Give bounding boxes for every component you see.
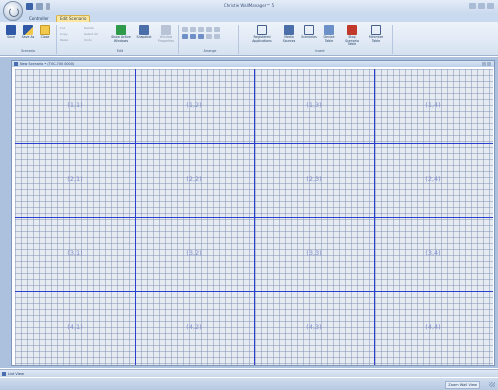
zoom-wall-view-button[interactable]: Zoom Wall View	[445, 381, 480, 389]
scenario-window-title: New Scenario • (TVC-700 0000)	[20, 62, 75, 66]
tab-edit-scenario[interactable]: Edit Scenario	[56, 15, 91, 22]
folder-close-icon	[40, 25, 50, 35]
snapshot-icon	[139, 25, 149, 35]
group-label-edit: Edit	[116, 49, 124, 53]
application-menu-button[interactable]	[3, 1, 23, 21]
display-wall-grid[interactable]: (1,1) (1,2) (1,3) (1,4) (2,1) (2,2) (2,3) (2,4)…	[15, 69, 493, 365]
row-divider	[15, 291, 493, 292]
window-controls	[469, 3, 494, 9]
group-label-scenario: Scenario	[21, 49, 35, 53]
show-active-windows-button[interactable]: Show Active Windows	[110, 25, 132, 43]
row-divider	[15, 217, 493, 218]
save-as-icon	[23, 25, 33, 35]
scenario-icon	[14, 62, 18, 66]
save-icon	[6, 25, 16, 35]
display-cell-label: (1,3)	[306, 101, 322, 109]
status-bar: Zoom Wall View	[0, 378, 498, 390]
scenario-window-controls	[482, 62, 491, 66]
paste-button[interactable]: Paste	[60, 37, 82, 43]
arrange-tools	[182, 27, 220, 39]
window-title: Christie WallManager™ 5	[223, 3, 275, 8]
tile-icon[interactable]	[182, 34, 188, 39]
display-cell-label: (4,2)	[186, 323, 202, 331]
send-back-icon[interactable]	[214, 34, 220, 39]
resize-grip-icon[interactable]	[489, 382, 495, 387]
snapshot-button[interactable]: Snapshot	[135, 25, 153, 40]
cascade-icon[interactable]	[190, 34, 196, 39]
align-left-icon[interactable]	[182, 27, 188, 32]
scenarios-icon	[304, 25, 314, 35]
scenarios-button[interactable]: Scenarios	[300, 25, 318, 40]
window-properties-button[interactable]: Window Properties	[156, 25, 176, 43]
display-cell-label: (4,3)	[306, 323, 322, 331]
undo-button[interactable]: Undo	[84, 37, 106, 43]
group-separator	[238, 25, 239, 54]
restore-icon[interactable]	[482, 62, 486, 66]
title-bar: Christie WallManager™ 5	[0, 0, 498, 21]
close-icon[interactable]	[487, 3, 494, 9]
list-view-bar[interactable]: List View	[0, 369, 498, 377]
close-button[interactable]: Close	[36, 25, 54, 40]
minimize-table-icon	[371, 25, 381, 35]
display-cell-label: (2,1)	[67, 175, 83, 183]
scenario-window-title-bar[interactable]: New Scenario • (TVC-700 0000)	[12, 61, 494, 67]
media-sources-button[interactable]: Media Sources	[280, 25, 298, 43]
registered-applications-button[interactable]: Registered Applications	[250, 25, 274, 43]
save-as-button[interactable]: Save As	[19, 25, 37, 40]
list-view-icon	[2, 372, 6, 376]
display-cell-label: (4,4)	[425, 323, 441, 331]
display-cell-label: (3,2)	[186, 249, 202, 257]
display-cell-label: (2,3)	[306, 175, 322, 183]
align-center-icon[interactable]	[190, 27, 196, 32]
scenario-window[interactable]: New Scenario • (TVC-700 0000) (1,1) (1,2)…	[11, 60, 495, 366]
group-separator	[178, 25, 179, 54]
minimize-icon[interactable]	[469, 3, 476, 9]
display-cell-label: (3,4)	[425, 249, 441, 257]
align-top-icon[interactable]	[206, 27, 212, 32]
list-view-label: List View	[8, 372, 24, 376]
display-cell-label: (3,3)	[306, 249, 322, 257]
edit-small-column-1: Cut Copy Paste	[60, 25, 82, 43]
windows-icon	[116, 25, 126, 35]
registered-apps-icon	[257, 25, 267, 35]
maximize-icon[interactable]	[478, 3, 485, 9]
window-properties-icon	[161, 25, 171, 35]
display-cell-label: (2,2)	[186, 175, 202, 183]
display-cell-label: (1,4)	[425, 101, 441, 109]
stop-scenario-icon	[347, 25, 357, 35]
group-label-arrange: Arrange	[203, 49, 217, 53]
media-sources-icon	[284, 25, 294, 35]
align-right-icon[interactable]	[198, 27, 204, 32]
fill-icon[interactable]	[198, 34, 204, 39]
tab-controller[interactable]: Controller	[26, 15, 52, 22]
stop-scenario-table-button[interactable]: Stop Scenario Table	[341, 25, 363, 47]
edit-small-column-2: Delete Select All Undo	[84, 25, 106, 43]
device-table-icon	[324, 25, 334, 35]
ribbon: Save Save As Close Scenario Cut Copy Pas…	[0, 22, 498, 56]
minimize-table-button[interactable]: Minimize Table	[365, 25, 387, 43]
display-cell-label: (2,4)	[425, 175, 441, 183]
display-cell-label: (3,1)	[67, 249, 83, 257]
row-divider	[15, 143, 493, 144]
save-button[interactable]: Save	[2, 25, 20, 40]
ribbon-tabs: Controller Edit Scenario	[0, 14, 498, 22]
mdi-workspace: New Scenario • (TVC-700 0000) (1,1) (1,2)…	[0, 57, 498, 368]
group-separator	[56, 25, 57, 54]
display-cell-label: (4,1)	[67, 323, 83, 331]
display-cell-label: (1,2)	[186, 101, 202, 109]
group-separator	[392, 25, 393, 54]
bring-front-icon[interactable]	[206, 34, 212, 39]
align-bottom-icon[interactable]	[214, 27, 220, 32]
close-icon[interactable]	[487, 62, 491, 66]
device-table-button[interactable]: Device Table	[320, 25, 338, 43]
display-cell-label: (1,1)	[67, 101, 83, 109]
group-label-insert: Insert	[315, 49, 325, 53]
